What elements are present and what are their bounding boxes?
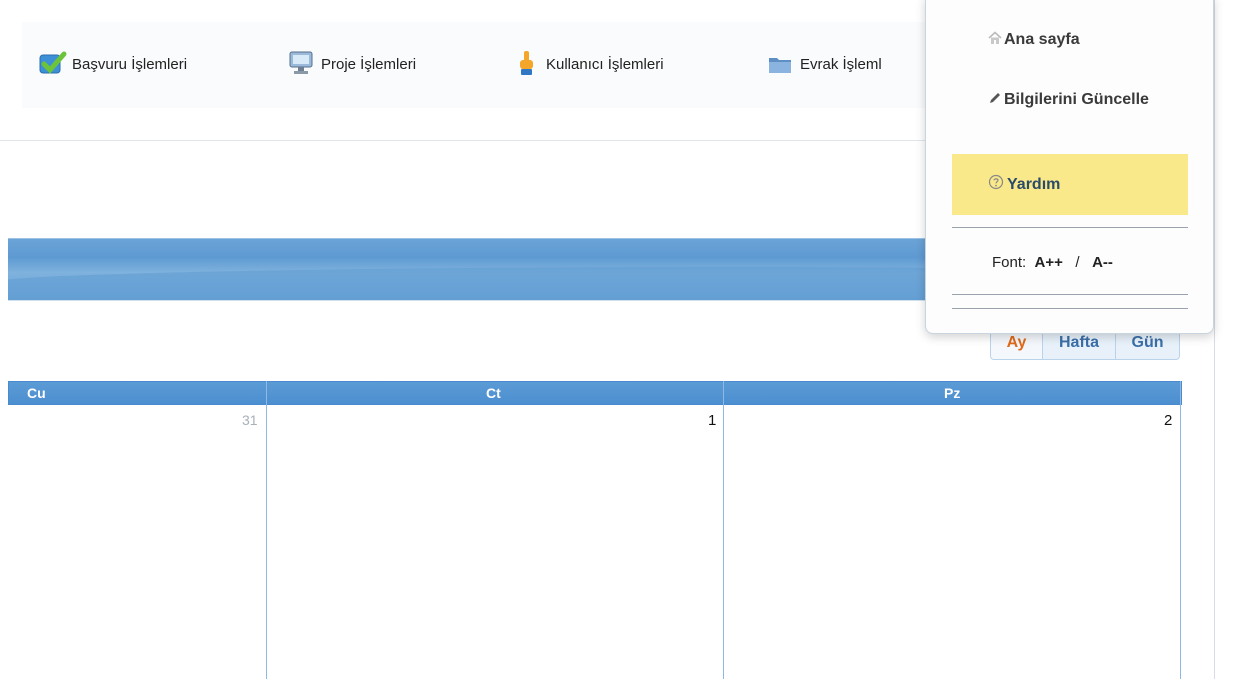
menu-item-label: Yardım	[1007, 175, 1061, 193]
menu-item-ana-sayfa[interactable]: Ana sayfa	[988, 31, 1222, 50]
page-edge	[1214, 0, 1215, 679]
nav-label: Proje İşlemleri	[321, 55, 417, 73]
nav-kullanici-islemleri[interactable]: Kullanıcı İşlemleri	[512, 50, 664, 78]
calendar-column-divider	[266, 381, 267, 679]
day-header-saturday: Ct	[486, 385, 501, 401]
date-cell-2[interactable]: 2	[1164, 412, 1172, 429]
check-icon	[38, 50, 68, 78]
font-decrease-button[interactable]: A--	[1092, 254, 1113, 271]
nav-basvuru-islemleri[interactable]: Başvuru İşlemleri	[38, 50, 187, 78]
calendar-column-divider	[723, 381, 724, 679]
font-size-controls: Font: A++ / A--	[992, 254, 1113, 271]
menu-item-label: Bilgilerini Güncelle	[1004, 91, 1149, 108]
menu-item-bilgilerini-guncelle[interactable]: Bilgilerini Güncelle	[988, 91, 1158, 109]
monitor-icon	[287, 50, 317, 78]
pencil-icon	[988, 91, 1002, 109]
font-increase-button[interactable]: A++	[1035, 254, 1063, 271]
nav-proje-islemleri[interactable]: Proje İşlemleri	[287, 50, 416, 78]
calendar-column-divider	[1180, 381, 1181, 679]
home-icon	[988, 31, 1002, 50]
page: Başvuru İşlemleri Proje İşlemleri Kullan…	[0, 0, 1245, 679]
menu-separator	[952, 294, 1188, 295]
menu-item-yardim[interactable]: Yardım	[952, 154, 1188, 215]
date-cell-1[interactable]: 1	[708, 412, 716, 429]
nav-label: Evrak İşleml	[800, 55, 882, 73]
calendar-day-header-row: Cu Ct Pz	[8, 381, 1182, 405]
nav-label: Kullanıcı İşlemleri	[546, 55, 664, 73]
font-separator: /	[1075, 254, 1080, 271]
font-label: Font:	[992, 254, 1027, 271]
day-header-friday: Cu	[27, 385, 46, 401]
folder-icon	[766, 50, 796, 78]
date-cell-31[interactable]: 31	[242, 412, 258, 428]
nav-evrak-islemleri[interactable]: Evrak İşleml	[766, 50, 882, 78]
nav-label: Başvuru İşlemleri	[72, 55, 188, 73]
day-header-sunday: Pz	[944, 385, 961, 401]
menu-item-label: Ana sayfa	[1004, 31, 1080, 48]
help-icon	[988, 174, 1004, 195]
menu-separator	[952, 227, 1188, 228]
hand-pointer-icon	[512, 50, 542, 78]
menu-separator	[952, 308, 1188, 309]
user-dropdown-menu: Ana sayfa Bilgilerini Güncelle Yardım Fo…	[925, 0, 1214, 334]
